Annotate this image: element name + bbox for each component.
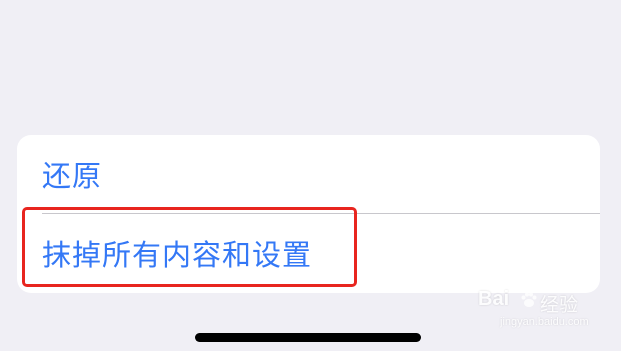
settings-screen: 还原 抹掉所有内容和设置 Bai 经验 jingyan.baidu.com [0,0,621,351]
erase-all-content-row[interactable]: 抹掉所有内容和设置 [17,214,600,292]
watermark-url: jingyan.baidu.com [500,316,589,328]
home-indicator[interactable] [195,333,421,342]
reset-row[interactable]: 还原 [17,135,600,213]
erase-all-content-label: 抹掉所有内容和设置 [42,238,313,272]
watermark-suffix: 经验 [540,294,579,316]
reset-label: 还原 [42,159,103,193]
baidu-watermark: Bai 经验 jingyan.baidu.com [478,288,618,338]
settings-group: 还原 抹掉所有内容和设置 [17,135,600,293]
paw-icon [521,292,537,307]
